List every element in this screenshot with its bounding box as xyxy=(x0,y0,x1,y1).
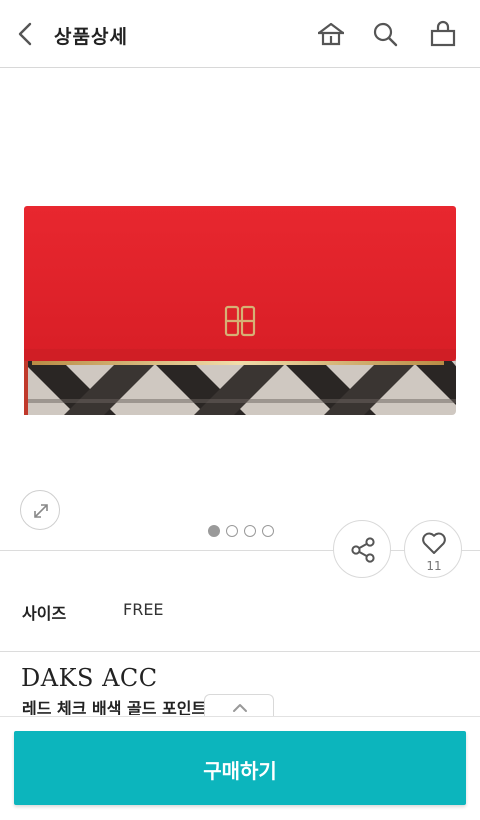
search-icon xyxy=(373,22,398,47)
size-label: 사이즈 xyxy=(22,604,67,623)
share-icon xyxy=(351,537,375,563)
expand-icon xyxy=(34,504,48,518)
page-title: 상품상세 xyxy=(54,26,128,48)
wallet-image xyxy=(24,206,456,415)
like-button[interactable]: 11 xyxy=(404,520,462,578)
heart-icon xyxy=(422,532,446,554)
home-icon xyxy=(318,22,344,46)
gallery-pagination xyxy=(208,525,274,537)
gallery-dot[interactable] xyxy=(208,525,220,537)
bottom-action-bar: 구매하기 xyxy=(0,716,480,820)
shopping-bag-icon xyxy=(430,20,456,47)
cart-button[interactable] xyxy=(428,20,458,48)
gallery-dot[interactable] xyxy=(244,525,256,537)
size-value: FREE xyxy=(123,600,164,619)
divider xyxy=(0,651,480,652)
brand-name: DAKS ACC xyxy=(21,664,158,692)
zoom-button[interactable] xyxy=(20,490,60,530)
buy-button-label: 구매하기 xyxy=(203,759,277,783)
gallery-dot[interactable] xyxy=(226,525,238,537)
like-count: 11 xyxy=(426,559,442,573)
share-button[interactable] xyxy=(333,520,391,578)
search-button[interactable] xyxy=(371,20,401,48)
product-image[interactable] xyxy=(0,69,480,549)
home-button[interactable] xyxy=(316,20,346,48)
back-arrow-icon xyxy=(18,22,32,46)
chevron-up-icon xyxy=(233,704,247,712)
app-header: 상품상세 xyxy=(0,0,480,68)
gallery-dot[interactable] xyxy=(262,525,274,537)
buy-button[interactable]: 구매하기 xyxy=(14,731,466,805)
back-button[interactable] xyxy=(14,20,40,48)
size-option-row: 사이즈 FREE xyxy=(0,592,480,628)
